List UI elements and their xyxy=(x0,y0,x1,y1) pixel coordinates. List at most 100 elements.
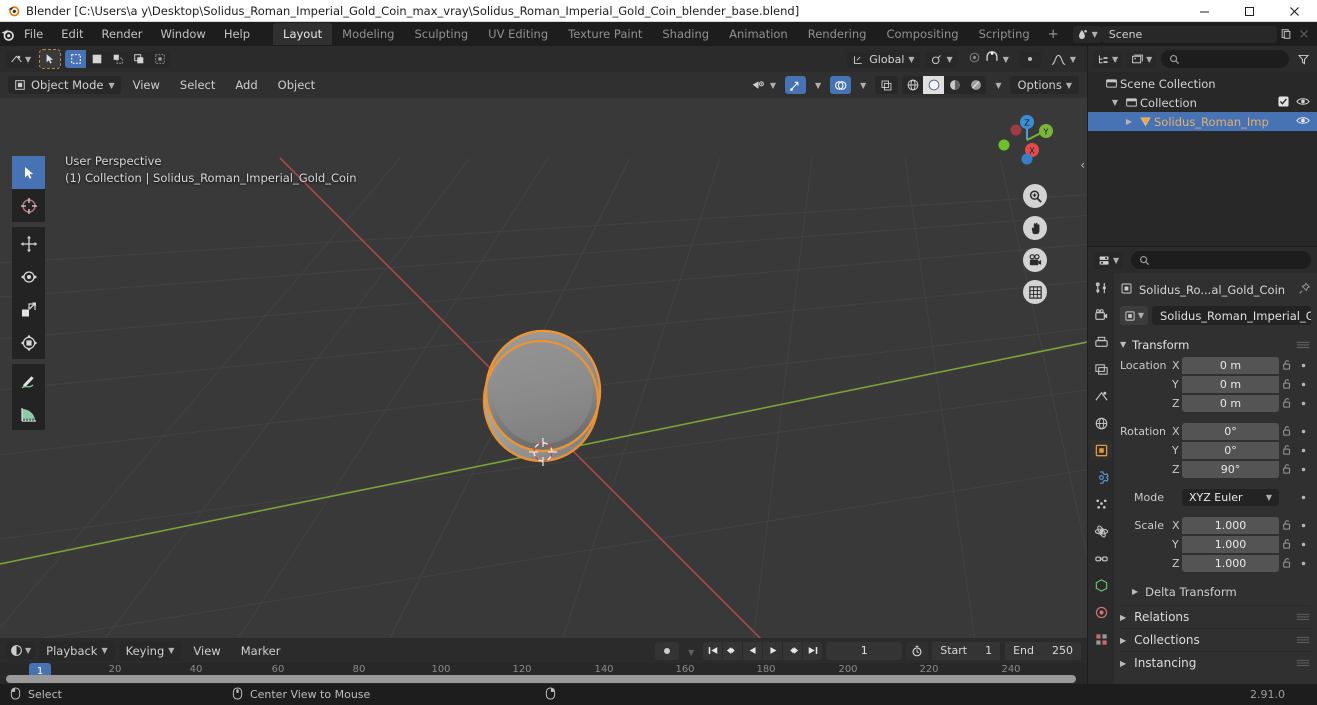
tab-texture-paint[interactable]: Texture Paint xyxy=(558,23,652,45)
lock-icon[interactable] xyxy=(1279,444,1296,456)
transform-panel-header[interactable]: ▼ Transform xyxy=(1120,334,1311,355)
start-frame-field[interactable]: Start 1 xyxy=(932,641,1001,660)
scale-z-field[interactable]: 1.000 xyxy=(1182,554,1279,572)
prev-keyframe-button[interactable] xyxy=(723,641,743,660)
menu-help[interactable]: Help xyxy=(215,24,259,44)
chevron-right-icon[interactable]: ▶ xyxy=(1122,117,1136,126)
tab-output[interactable] xyxy=(1090,332,1112,352)
active-tool-icon[interactable] xyxy=(39,49,62,69)
animate-property-dot[interactable] xyxy=(1296,494,1311,501)
lock-icon[interactable] xyxy=(1279,397,1296,409)
unlink-scene-button[interactable] xyxy=(1295,26,1313,43)
chevron-down-icon[interactable]: ▼ xyxy=(1108,98,1122,107)
play-button[interactable] xyxy=(763,641,783,660)
timeline-editor[interactable]: ▼ Playback ▼ Keying ▼ View Marker ▼ 1 St… xyxy=(0,638,1087,684)
outliner-tree[interactable]: Scene Collection ▼ Collection ▶ Solidus_… xyxy=(1088,72,1317,131)
rotation-y-field[interactable]: 0° xyxy=(1182,441,1279,459)
lock-icon[interactable] xyxy=(1279,557,1296,569)
snapping-group[interactable]: ▼ xyxy=(963,50,1014,68)
pivot-point-selector[interactable]: ▼ xyxy=(924,50,958,68)
auto-keying-dropdown[interactable]: ▼ xyxy=(683,644,699,658)
delta-transform-panel[interactable]: ▶ Delta Transform xyxy=(1120,581,1311,602)
3d-viewport[interactable]: ▼ Global ▼ ▼ ▼ ▼ Object Mode ▼ View Sele… xyxy=(0,46,1087,638)
tool-scale[interactable] xyxy=(12,293,45,326)
tool-annotate[interactable] xyxy=(12,364,45,397)
select-intersect-mode-icon[interactable] xyxy=(128,50,150,68)
end-frame-field[interactable]: End 250 xyxy=(1005,641,1081,660)
animate-property-dot[interactable] xyxy=(1296,362,1311,369)
animate-property-dot[interactable] xyxy=(1296,560,1311,567)
properties-editor-type-button[interactable]: ▼ xyxy=(1094,251,1124,269)
select-difference-mode-icon[interactable] xyxy=(149,50,171,68)
lock-icon[interactable] xyxy=(1279,359,1296,371)
properties-search-input[interactable] xyxy=(1131,251,1311,269)
outliner-filter-button[interactable] xyxy=(1294,51,1312,68)
location-y-field[interactable]: 0 m xyxy=(1182,375,1279,393)
blender-logo-icon[interactable] xyxy=(0,27,15,42)
transform-orientation-selector[interactable]: Global ▼ xyxy=(847,50,920,68)
tab-world[interactable] xyxy=(1090,413,1112,433)
rotation-z-field[interactable]: 90° xyxy=(1182,460,1279,478)
menu-file[interactable]: File xyxy=(15,24,52,44)
jump-to-end-button[interactable] xyxy=(803,641,823,660)
current-frame-field[interactable]: 1 xyxy=(826,641,903,660)
drag-handle-icon[interactable] xyxy=(1295,656,1311,670)
timeline-editor-type-button[interactable]: ▼ xyxy=(6,642,36,659)
properties-editor[interactable]: ▼ Solidus_Ro...al_Gold_Coin ▼ Solidus_Ro… xyxy=(1088,247,1317,684)
timeline-menu-view[interactable]: View xyxy=(185,641,228,661)
tab-tool[interactable] xyxy=(1090,278,1112,298)
tool-move[interactable] xyxy=(12,227,45,260)
scene-name-field[interactable]: Scene xyxy=(1101,25,1277,43)
outliner-row-object[interactable]: ▶ Solidus_Roman_Imp xyxy=(1088,112,1317,131)
scale-y-field[interactable]: 1.000 xyxy=(1182,535,1279,553)
shading-material-preview-icon[interactable] xyxy=(944,76,966,94)
tab-render[interactable] xyxy=(1090,305,1112,325)
lock-icon[interactable] xyxy=(1279,425,1296,437)
gizmo-dropdown[interactable]: ▼ xyxy=(810,76,826,94)
animate-property-dot[interactable] xyxy=(1296,541,1311,548)
add-workspace-button[interactable]: + xyxy=(1040,24,1067,45)
eye-icon[interactable] xyxy=(1296,115,1310,129)
timeline-menu-playback[interactable]: Playback ▼ xyxy=(39,640,115,661)
tab-view-layer[interactable] xyxy=(1090,359,1112,379)
instancing-panel[interactable]: ▶ Instancing xyxy=(1120,651,1311,674)
tab-modifiers[interactable] xyxy=(1090,467,1112,487)
animate-property-dot[interactable] xyxy=(1296,428,1311,435)
drag-handle-icon[interactable] xyxy=(1295,338,1311,352)
tab-texture[interactable] xyxy=(1090,629,1112,649)
menu-window[interactable]: Window xyxy=(151,24,214,44)
tool-cursor[interactable] xyxy=(12,189,45,222)
timeline-scrollbar[interactable] xyxy=(6,675,1076,683)
outliner-row-collection[interactable]: ▼ Collection xyxy=(1088,93,1317,112)
viewport-menu-view[interactable]: View xyxy=(125,75,168,95)
tab-layout[interactable]: Layout xyxy=(273,23,333,45)
tab-material[interactable] xyxy=(1090,602,1112,622)
checkbox-icon[interactable] xyxy=(1278,95,1289,110)
shading-solid-icon[interactable] xyxy=(923,76,945,94)
visibility-selector[interactable]: ▼ xyxy=(746,76,781,94)
gizmo-icon[interactable] xyxy=(785,76,806,94)
overlays-toggle-group[interactable] xyxy=(830,76,852,94)
scale-x-field[interactable]: 1.000 xyxy=(1182,516,1279,534)
animate-property-dot[interactable] xyxy=(1296,447,1311,454)
interaction-mode-selector[interactable]: Object Mode ▼ xyxy=(8,76,121,94)
toggle-perspective-ortho-button[interactable] xyxy=(1023,280,1047,304)
collections-panel[interactable]: ▶ Collections xyxy=(1120,628,1311,651)
options-button[interactable]: Options ▼ xyxy=(1010,76,1079,94)
tab-scripting[interactable]: Scripting xyxy=(969,23,1040,45)
proportional-edit-icon[interactable] xyxy=(968,51,981,67)
tab-compositing[interactable]: Compositing xyxy=(876,23,968,45)
shading-wireframe-icon[interactable] xyxy=(902,76,924,94)
tab-rendering[interactable]: Rendering xyxy=(798,23,877,45)
tab-shading[interactable]: Shading xyxy=(652,23,719,45)
tab-object[interactable] xyxy=(1090,440,1112,460)
object-browse-button[interactable]: ▼ xyxy=(1120,306,1148,325)
overlays-icon[interactable] xyxy=(830,76,852,94)
tab-animation[interactable]: Animation xyxy=(719,23,798,45)
navigation-gizmo[interactable]: Z Y X xyxy=(993,106,1061,174)
rotation-x-field[interactable]: 0° xyxy=(1182,422,1279,440)
new-scene-button[interactable] xyxy=(1277,26,1295,43)
outliner-row-scene-collection[interactable]: Scene Collection xyxy=(1088,74,1317,93)
viewport-toolbar[interactable] xyxy=(12,156,45,430)
tool-select-box[interactable] xyxy=(12,156,45,189)
